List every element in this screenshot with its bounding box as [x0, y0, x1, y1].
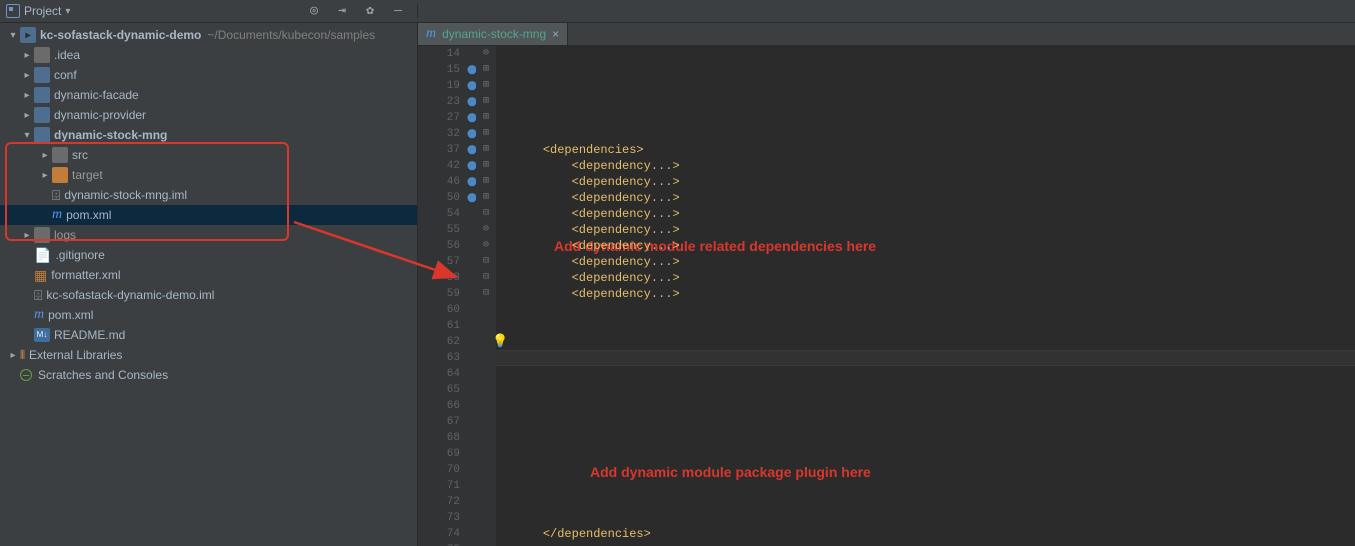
top-bar: Project ▾ ◎ ⇥ ✿ —	[0, 0, 1355, 23]
node-label: dynamic-facade	[54, 88, 139, 102]
collapse-arrow-icon[interactable]: ▸	[20, 230, 34, 241]
node-label: dynamic-stock-mng	[54, 128, 167, 142]
collapse-arrow-icon[interactable]: ▸	[20, 70, 34, 81]
editor-body[interactable]: 1415192327323742465054555657585960616263…	[418, 46, 1355, 546]
tree-scratches[interactable]: ▸ Scratches and Consoles	[0, 365, 417, 385]
close-icon[interactable]: ×	[552, 27, 559, 41]
node-label: .gitignore	[55, 248, 104, 262]
collapse-arrow-icon[interactable]: ▸	[38, 170, 52, 181]
folder-icon	[34, 67, 50, 83]
node-label: kc-sofastack-dynamic-demo.iml	[46, 288, 214, 302]
tree-facade[interactable]: ▸ dynamic-facade	[0, 85, 417, 105]
editor-tab[interactable]: m dynamic-stock-mng ×	[418, 23, 568, 45]
node-label: .idea	[54, 48, 80, 62]
collapse-arrow-icon[interactable]: ▸	[38, 150, 52, 161]
folder-icon	[34, 87, 50, 103]
collapse-icon[interactable]: ⇥	[335, 4, 349, 18]
root-path: ~/Documents/kubecon/samples	[207, 28, 375, 42]
fold-gutter[interactable]: ⊖⊞⊞⊞⊞⊞⊞⊞⊞⊞⊟⊖⊖⊟⊟⊟	[476, 46, 496, 546]
node-label: conf	[54, 68, 77, 82]
collapse-arrow-icon[interactable]: ▸	[20, 90, 34, 101]
tree-stock[interactable]: ▾ dynamic-stock-mng	[0, 125, 417, 145]
node-label: External Libraries	[29, 348, 122, 362]
editor-tabs: m dynamic-stock-mng ×	[418, 23, 1355, 46]
code-content[interactable]: 💡 Add dynamic module related dependencie…	[496, 46, 1355, 546]
settings-icon[interactable]: ✿	[363, 4, 377, 18]
tree-root-iml[interactable]: ⌹ kc-sofastack-dynamic-demo.iml	[0, 285, 417, 305]
node-label: pom.xml	[66, 208, 111, 222]
file-icon: ⌹	[52, 187, 60, 204]
expand-arrow-icon[interactable]: ▾	[6, 30, 20, 41]
scratch-icon	[20, 369, 32, 381]
tree-target[interactable]: ▸ target	[0, 165, 417, 185]
folder-icon	[34, 227, 50, 243]
project-tree[interactable]: ▾ ▸ kc-sofastack-dynamic-demo ~/Document…	[0, 23, 418, 546]
project-toolbar: ◎ ⇥ ✿ —	[307, 4, 411, 18]
tree-provider[interactable]: ▸ dynamic-provider	[0, 105, 417, 125]
file-icon: ⌹	[34, 287, 42, 304]
editor-area: m dynamic-stock-mng × 141519232732374246…	[418, 23, 1355, 546]
node-label: target	[72, 168, 103, 182]
library-icon: ⫴	[20, 348, 25, 363]
folder-icon	[34, 47, 50, 63]
tree-formatter[interactable]: ▦ formatter.xml	[0, 265, 417, 285]
project-icon	[6, 4, 20, 18]
folder-icon: ▸	[20, 27, 36, 43]
node-label: Scratches and Consoles	[38, 368, 168, 382]
tree-idea[interactable]: ▸ .idea	[0, 45, 417, 65]
tab-label: dynamic-stock-mng	[442, 27, 546, 41]
tree-libs[interactable]: ▸ ⫴ External Libraries	[0, 345, 417, 365]
folder-icon	[52, 147, 68, 163]
maven-icon: m	[426, 26, 436, 42]
tree-src[interactable]: ▸ src	[0, 145, 417, 165]
project-dropdown[interactable]: Project ▾	[6, 4, 70, 18]
xml-icon: ▦	[34, 267, 47, 284]
node-label: formatter.xml	[51, 268, 120, 282]
vcs-gutter: ⬤⬤⬤⬤⬤⬤⬤⬤⬤	[468, 46, 476, 546]
tree-root[interactable]: ▾ ▸ kc-sofastack-dynamic-demo ~/Document…	[0, 25, 417, 45]
maven-icon: m	[52, 207, 62, 223]
project-label: Project	[24, 4, 61, 18]
markdown-icon: M↓	[34, 328, 50, 342]
folder-icon	[52, 167, 68, 183]
tree-readme[interactable]: M↓ README.md	[0, 325, 417, 345]
chevron-down-icon: ▾	[65, 6, 70, 17]
locate-icon[interactable]: ◎	[307, 4, 321, 18]
node-label: dynamic-stock-mng.iml	[64, 188, 187, 202]
tree-iml[interactable]: ⌹ dynamic-stock-mng.iml	[0, 185, 417, 205]
expand-arrow-icon[interactable]: ▾	[20, 130, 34, 141]
node-label: src	[72, 148, 88, 162]
tree-gitignore[interactable]: 📄 .gitignore	[0, 245, 417, 265]
node-label: logs	[54, 228, 76, 242]
node-label: dynamic-provider	[54, 108, 146, 122]
line-gutter[interactable]: 1415192327323742465054555657585960616263…	[418, 46, 468, 546]
collapse-arrow-icon[interactable]: ▸	[6, 350, 20, 361]
root-name: kc-sofastack-dynamic-demo	[40, 28, 201, 42]
folder-icon	[34, 127, 50, 143]
tree-logs[interactable]: ▸ logs	[0, 225, 417, 245]
node-label: pom.xml	[48, 308, 93, 322]
file-icon: 📄	[34, 247, 51, 264]
tree-conf[interactable]: ▸ conf	[0, 65, 417, 85]
tree-pom-selected[interactable]: m pom.xml	[0, 205, 417, 225]
maven-icon: m	[34, 307, 44, 323]
node-label: README.md	[54, 328, 125, 342]
collapse-arrow-icon[interactable]: ▸	[20, 110, 34, 121]
collapse-arrow-icon[interactable]: ▸	[20, 50, 34, 61]
project-panel-header: Project ▾ ◎ ⇥ ✿ —	[0, 4, 418, 18]
tree-root-pom[interactable]: m pom.xml	[0, 305, 417, 325]
intention-bulb-icon[interactable]: 💡	[492, 334, 508, 350]
folder-icon	[34, 107, 50, 123]
hide-icon[interactable]: —	[391, 4, 405, 18]
